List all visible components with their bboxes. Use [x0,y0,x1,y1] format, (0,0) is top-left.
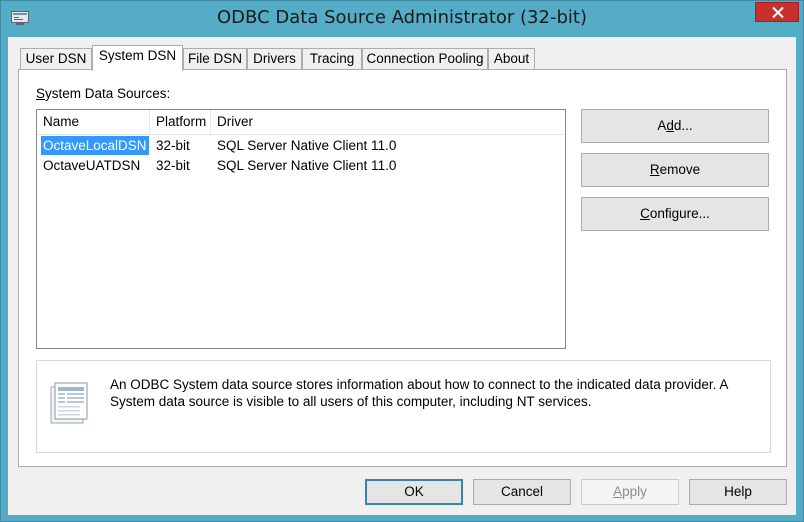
column-header-platform[interactable]: Platform [150,110,211,134]
cancel-button[interactable]: Cancel [473,479,571,505]
system-dsn-panel: System Data Sources: Name Platform Drive… [18,69,787,467]
title-bar[interactable]: ODBC Data Source Administrator (32-bit) [1,1,803,37]
app-window: ODBC Data Source Administrator (32-bit) … [0,0,804,522]
configure-button[interactable]: Configure... [581,197,769,231]
header-divider [37,134,565,135]
dialog-client-area: User DSN System DSN File DSN Drivers Tra… [8,37,796,515]
window-title: ODBC Data Source Administrator (32-bit) [217,7,587,28]
tab-tracing[interactable]: Tracing [302,48,362,69]
tab-user-dsn[interactable]: User DSN [20,48,92,69]
dsn-driver-cell: SQL Server Native Client 11.0 [217,138,397,153]
tab-file-dsn[interactable]: File DSN [183,48,247,69]
help-button[interactable]: Help [689,479,787,505]
tab-about[interactable]: About [488,48,535,69]
ok-button[interactable]: OK [365,479,463,505]
tab-drivers[interactable]: Drivers [247,48,302,69]
info-box: An ODBC System data source stores inform… [36,360,771,453]
tab-connection-pooling[interactable]: Connection Pooling [362,48,488,69]
add-button[interactable]: Add... [581,109,769,143]
system-data-sources-list[interactable]: Name Platform Driver OctaveLocalDSN 32-b… [36,109,566,349]
tab-system-dsn[interactable]: System DSN [92,45,183,71]
close-button[interactable] [755,2,799,22]
dsn-driver-cell: SQL Server Native Client 11.0 [217,158,397,173]
dsn-platform-cell: 32-bit [156,158,190,173]
dsn-name-cell[interactable]: OctaveLocalDSN [41,136,149,155]
system-data-sources-label: System Data Sources: [36,86,171,101]
close-icon [772,7,784,18]
apply-button[interactable]: Apply [581,479,679,505]
column-header-driver[interactable]: Driver [211,110,565,134]
dsn-name-cell[interactable]: OctaveUATDSN [43,156,140,175]
remove-button[interactable]: Remove [581,153,769,187]
column-header-name[interactable]: Name [37,110,150,134]
dsn-platform-cell: 32-bit [156,138,190,153]
info-description: An ODBC System data source stores inform… [110,377,728,409]
data-sheet-icon [50,382,88,424]
